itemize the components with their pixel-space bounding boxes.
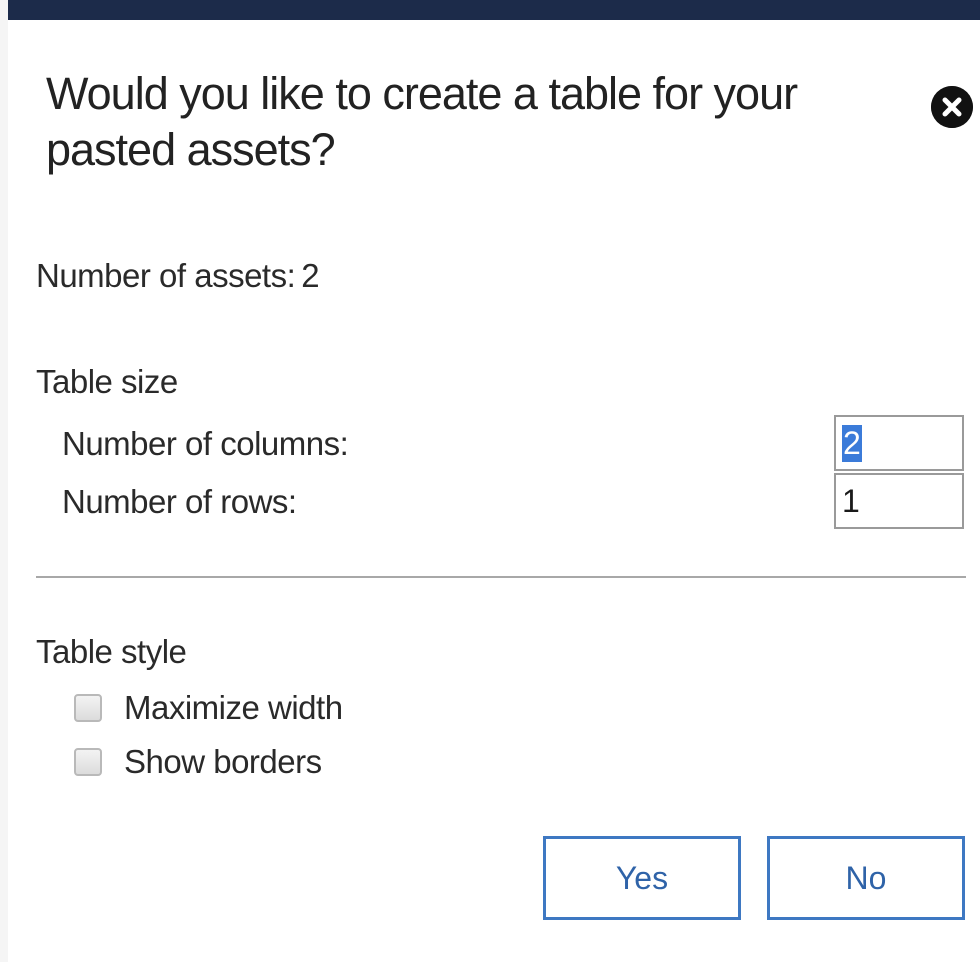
assets-count-row: Number of assets: 2 bbox=[36, 256, 320, 296]
maximize-width-checkbox[interactable] bbox=[74, 694, 102, 722]
dialog-title: Would you like to create a table for you… bbox=[46, 68, 798, 175]
close-icon[interactable] bbox=[931, 86, 973, 128]
show-borders-label: Show borders bbox=[124, 743, 322, 780]
rows-input[interactable]: 1 bbox=[834, 473, 964, 529]
assets-count-label: Number of assets: bbox=[36, 257, 296, 294]
yes-button[interactable]: Yes bbox=[543, 836, 741, 920]
show-borders-checkbox[interactable] bbox=[74, 748, 102, 776]
rows-label: Number of rows: bbox=[62, 483, 297, 520]
maximize-width-label: Maximize width bbox=[124, 689, 343, 726]
assets-count-value: 2 bbox=[301, 257, 320, 294]
dialog-accent-bar bbox=[8, 0, 980, 20]
window-edge bbox=[0, 0, 8, 962]
rows-input-value: 1 bbox=[842, 482, 860, 519]
no-button[interactable]: No bbox=[767, 836, 965, 920]
table-size-heading: Table size bbox=[36, 363, 178, 400]
columns-input-value: 2 bbox=[842, 424, 862, 462]
create-table-dialog: Would you like to create a table for you… bbox=[0, 0, 980, 962]
columns-label: Number of columns: bbox=[62, 425, 349, 462]
section-divider bbox=[36, 576, 966, 578]
show-borders-option[interactable]: Show borders bbox=[74, 742, 322, 782]
table-style-heading: Table style bbox=[36, 633, 187, 670]
maximize-width-option[interactable]: Maximize width bbox=[74, 688, 343, 728]
columns-input[interactable]: 2 bbox=[834, 415, 964, 471]
